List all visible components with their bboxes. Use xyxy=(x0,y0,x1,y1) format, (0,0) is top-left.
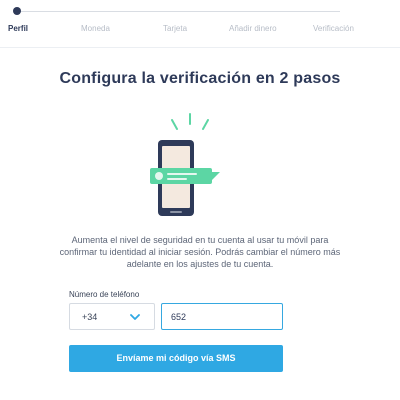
phone-number-input[interactable] xyxy=(161,303,283,330)
step-verificacion: Verificación xyxy=(313,24,354,33)
stepper-current-dot xyxy=(13,7,21,15)
phone-verification-icon xyxy=(140,110,240,222)
step-tarjeta: Tarjeta xyxy=(163,24,188,33)
description-line: adelante en los ajustes de tu cuenta. xyxy=(126,259,274,269)
phone-number-label: Número de teléfono xyxy=(69,290,140,299)
description-text: Aumenta el nivel de seguridad en tu cuen… xyxy=(22,234,378,270)
stepper-track xyxy=(20,11,340,12)
stepper-steps: Perfil Moneda Tarjeta Añadir dinero Veri… xyxy=(0,24,400,38)
description-line: confirmar tu identidad al iniciar sesión… xyxy=(59,247,341,257)
send-sms-code-button[interactable]: Envíame mi código vía SMS xyxy=(69,345,283,372)
page-title: Configura la verificación en 2 pasos xyxy=(59,70,341,87)
chevron-down-icon xyxy=(130,314,140,320)
country-code-value: +34 xyxy=(82,312,98,322)
progress-stepper: Perfil Moneda Tarjeta Añadir dinero Veri… xyxy=(0,0,400,48)
step-moneda: Moneda xyxy=(81,24,110,33)
step-anadir-dinero: Añadir dinero xyxy=(229,24,277,33)
step-perfil[interactable]: Perfil xyxy=(8,24,28,33)
description-line: Aumenta el nivel de seguridad en tu cuen… xyxy=(71,235,329,245)
country-code-select[interactable]: +34 xyxy=(69,303,155,330)
